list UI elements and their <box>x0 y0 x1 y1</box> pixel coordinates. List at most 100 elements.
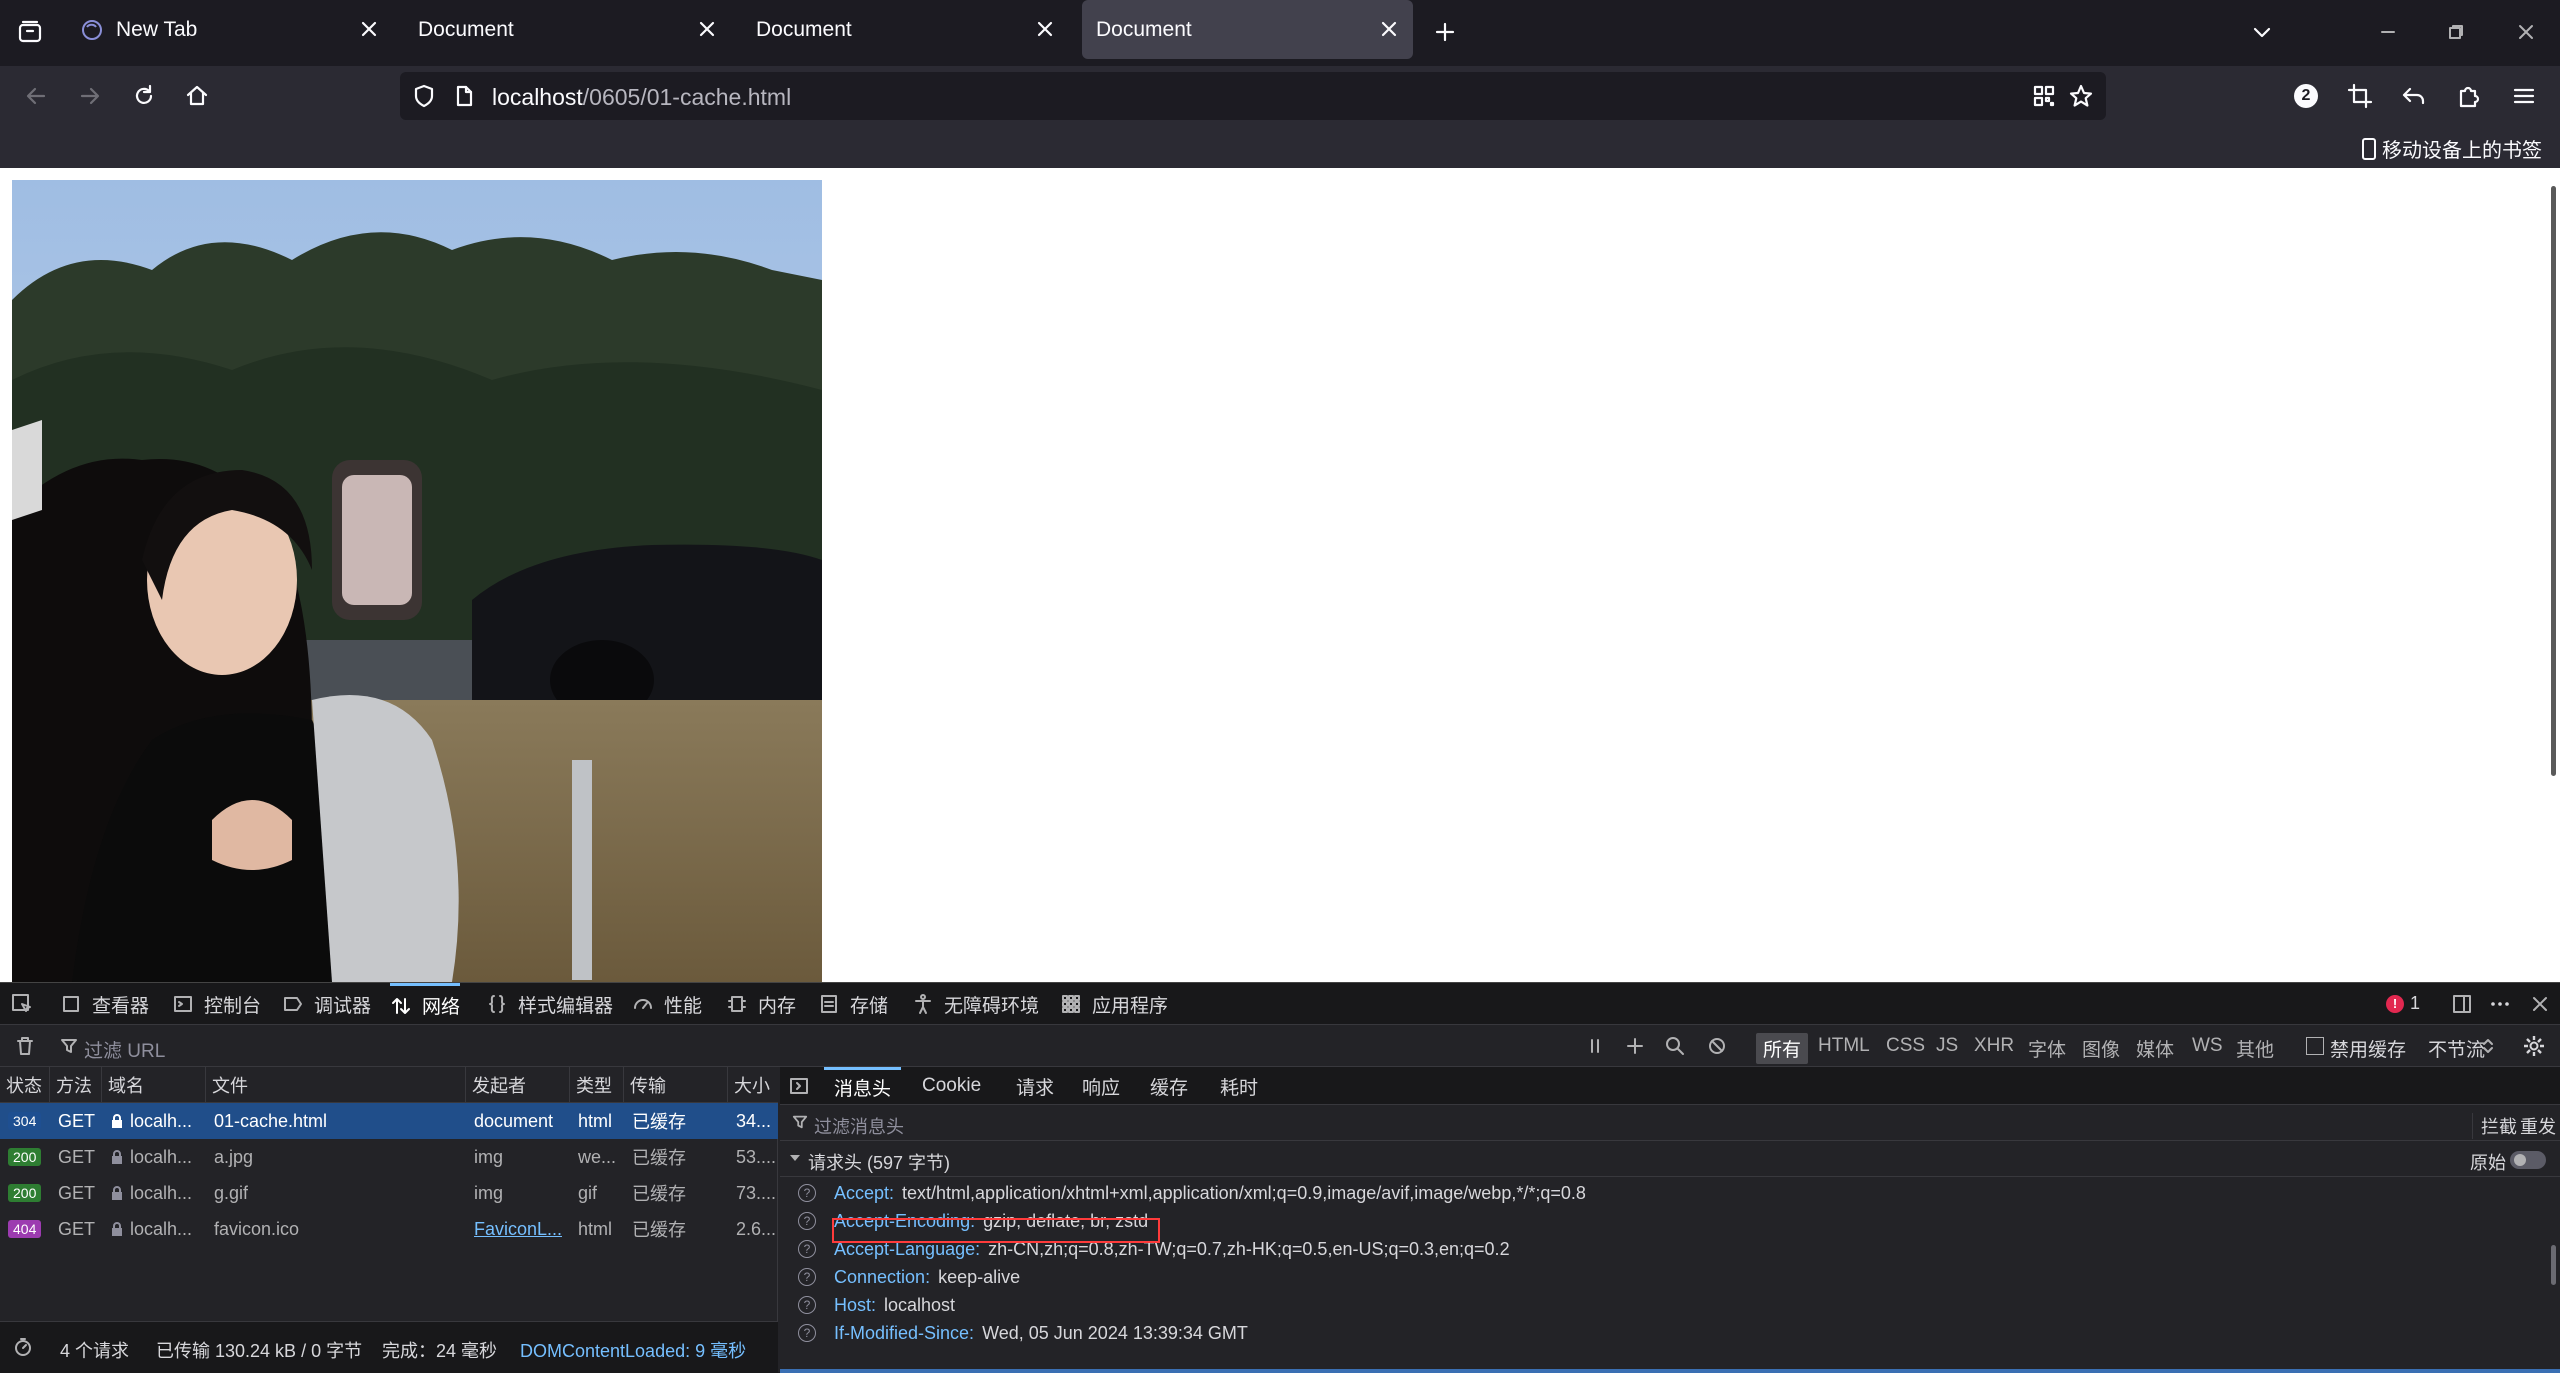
tab-memory[interactable]: 内存 <box>726 983 796 1025</box>
reload-button[interactable] <box>128 80 160 112</box>
block-button[interactable]: 拦截 <box>2472 1113 2517 1139</box>
filter-headers-input[interactable]: 过滤消息头 <box>814 1113 904 1139</box>
disclosure-triangle-icon[interactable] <box>788 1151 802 1165</box>
bookmark-star-icon[interactable] <box>2068 83 2094 109</box>
tab-application[interactable]: 应用程序 <box>1060 983 1168 1025</box>
column-header-type[interactable]: 类型 <box>570 1067 624 1103</box>
help-icon[interactable]: ? <box>798 1184 816 1202</box>
pause-icon[interactable] <box>1584 1035 1606 1057</box>
undo-arrow-icon[interactable] <box>2398 80 2430 112</box>
column-header-initiator[interactable]: 发起者 <box>466 1067 570 1103</box>
request-headers-section[interactable]: 请求头 (597 字节) 原始 <box>780 1141 2560 1177</box>
help-icon[interactable]: ? <box>798 1324 816 1342</box>
type-filter-other[interactable]: 其他 <box>2236 1035 2274 1062</box>
forward-button[interactable] <box>74 80 106 112</box>
close-icon[interactable] <box>359 19 379 39</box>
header-row[interactable]: ? If-Modified-Since: Wed, 05 Jun 2024 13… <box>780 1319 2540 1347</box>
tab-response[interactable]: 响应 <box>1082 1067 1120 1105</box>
table-row[interactable]: 304 GET localh... 01-cache.html document… <box>0 1103 778 1139</box>
type-filter-ws[interactable]: WS <box>2192 1035 2223 1057</box>
initiator-link[interactable]: FaviconL... <box>474 1211 562 1247</box>
home-button[interactable] <box>181 80 213 112</box>
url-text[interactable]: localhost/0605/01-cache.html <box>492 84 791 111</box>
close-icon[interactable] <box>1379 19 1399 39</box>
close-devtools-icon[interactable] <box>2528 992 2552 1016</box>
stopwatch-icon[interactable] <box>12 1336 34 1358</box>
tab-style-editor[interactable]: 样式编辑器 <box>486 983 613 1025</box>
help-icon[interactable]: ? <box>798 1268 816 1286</box>
menu-icon[interactable] <box>2508 80 2540 112</box>
url-bar[interactable]: localhost/0605/01-cache.html <box>400 72 2106 120</box>
table-row[interactable]: 200 GET localh... a.jpg img we... 已缓存 53… <box>0 1139 778 1175</box>
type-filter-js[interactable]: JS <box>1936 1035 1958 1057</box>
extensions-icon[interactable] <box>2452 80 2484 112</box>
tab-timings[interactable]: 耗时 <box>1220 1067 1258 1105</box>
headers-scrollbar[interactable] <box>2551 1245 2556 1285</box>
tab-inspector[interactable]: 查看器 <box>60 983 149 1025</box>
mobile-bookmarks-folder[interactable]: 移动设备上的书签 <box>2360 134 2542 163</box>
type-filter-css[interactable]: CSS <box>1886 1035 1925 1057</box>
column-header-file[interactable]: 文件 <box>206 1067 466 1103</box>
tab-cookie[interactable]: Cookie <box>922 1067 981 1105</box>
filter-url-input[interactable]: 过滤 URL <box>84 1036 165 1063</box>
tab-document-1[interactable]: Document <box>404 0 731 59</box>
raw-toggle[interactable] <box>2510 1151 2546 1169</box>
back-button[interactable] <box>20 80 52 112</box>
toggle-sidebar-icon[interactable] <box>788 1075 810 1097</box>
tab-list-icon[interactable] <box>14 16 46 48</box>
page-icon[interactable] <box>452 84 476 108</box>
column-header-domain[interactable]: 域名 <box>102 1067 206 1103</box>
close-icon[interactable] <box>697 19 717 39</box>
element-picker-icon[interactable] <box>10 992 34 1016</box>
tab-document-active[interactable]: Document <box>1082 0 1413 59</box>
header-row[interactable]: ? Host: localhost <box>780 1291 2540 1319</box>
tab-accessibility[interactable]: 无障碍环境 <box>912 983 1039 1025</box>
shield-icon[interactable] <box>410 82 438 110</box>
type-filter-media[interactable]: 媒体 <box>2136 1035 2174 1062</box>
column-header-method[interactable]: 方法 <box>50 1067 102 1103</box>
tab-network[interactable]: 网络 <box>390 983 461 1025</box>
error-indicator[interactable]: ! 1 <box>2386 993 2420 1014</box>
table-row[interactable]: 404 GET localh... favicon.ico FaviconL..… <box>0 1211 778 1247</box>
tab-new-tab[interactable]: New Tab <box>66 0 393 59</box>
type-filter-html[interactable]: HTML <box>1818 1035 1870 1057</box>
table-row[interactable]: 200 GET localh... g.gif img gif 已缓存 73..… <box>0 1175 778 1211</box>
type-filter-fonts[interactable]: 字体 <box>2028 1035 2066 1062</box>
column-header-size[interactable]: 大小 <box>728 1067 778 1103</box>
tab-document-2[interactable]: Document <box>742 0 1069 59</box>
tab-request[interactable]: 请求 <box>1016 1067 1054 1105</box>
tab-headers[interactable]: 消息头 <box>824 1067 902 1105</box>
help-icon[interactable]: ? <box>798 1212 816 1230</box>
close-icon[interactable] <box>1035 19 1055 39</box>
tab-performance[interactable]: 性能 <box>632 983 702 1025</box>
header-row[interactable]: ? Accept: text/html,application/xhtml+xm… <box>780 1179 2540 1207</box>
tab-cache[interactable]: 缓存 <box>1150 1067 1188 1105</box>
help-icon[interactable]: ? <box>798 1296 816 1314</box>
help-icon[interactable]: ? <box>798 1240 816 1258</box>
tab-debugger[interactable]: 调试器 <box>282 983 371 1025</box>
qr-code-icon[interactable] <box>2032 84 2056 108</box>
extension-badge[interactable]: 2 <box>2290 80 2322 112</box>
add-icon[interactable] <box>1624 1035 1646 1057</box>
trash-icon[interactable] <box>14 1035 36 1057</box>
restore-button[interactable] <box>2440 16 2472 48</box>
throttle-select[interactable]: 不节流 <box>2428 1035 2485 1062</box>
disable-cache-checkbox[interactable] <box>2306 1037 2324 1055</box>
window-close-button[interactable] <box>2510 16 2542 48</box>
crop-icon[interactable] <box>2344 80 2376 112</box>
tab-storage[interactable]: 存储 <box>818 983 888 1025</box>
gear-icon[interactable] <box>2522 1034 2546 1058</box>
minimize-button[interactable] <box>2372 16 2404 48</box>
column-header-status[interactable]: 状态 <box>0 1067 50 1103</box>
new-tab-button[interactable] <box>1429 16 1461 48</box>
column-header-transfer[interactable]: 传输 <box>624 1067 728 1103</box>
chevron-down-icon[interactable] <box>2246 16 2278 48</box>
resend-button[interactable]: 重发 <box>2520 1113 2556 1139</box>
more-options-icon[interactable] <box>2488 992 2512 1016</box>
block-icon[interactable] <box>1706 1035 1728 1057</box>
header-row[interactable]: ? Connection: keep-alive <box>780 1263 2540 1291</box>
type-filter-xhr[interactable]: XHR <box>1974 1035 2014 1057</box>
type-filter-all[interactable]: 所有 <box>1756 1033 1809 1064</box>
page-scrollbar[interactable] <box>2551 186 2556 776</box>
dock-side-icon[interactable] <box>2450 992 2474 1016</box>
